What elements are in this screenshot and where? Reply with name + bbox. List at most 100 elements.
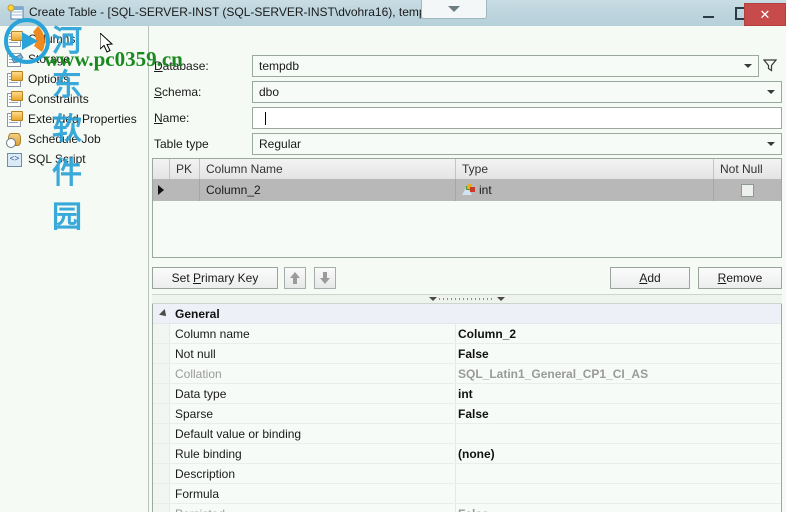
sidebar-item-options[interactable]: Options [6,70,146,88]
cell-column-name[interactable]: Column_2 [200,179,456,201]
property-column-separator [455,324,456,343]
property-value[interactable]: Column_2 [458,327,516,341]
move-up-button[interactable] [284,267,306,289]
property-row[interactable]: Persisted False [153,504,781,512]
property-gutter [153,484,170,503]
property-row[interactable]: Rule binding (none) [153,444,781,464]
property-value[interactable]: False [458,407,489,421]
sidebar-item-label: Constraints [28,92,89,106]
close-button[interactable]: ✕ [744,3,786,26]
row-indicator-icon [158,185,164,195]
minimize-icon [702,15,714,18]
cell-pk[interactable] [170,179,200,201]
schema-value: dbo [259,85,280,99]
property-name: Collation [175,367,222,381]
splitter[interactable] [152,294,782,304]
schedule-job-icon [6,131,22,148]
table-type-row: Table type Regular [149,133,786,155]
property-column-separator [455,424,456,443]
schema-label: Schema: [154,85,202,99]
header-pk[interactable]: PK [170,159,200,179]
property-row[interactable]: Default value or binding [153,424,781,444]
sidebar-item-storage[interactable]: Storage [6,50,146,68]
property-name: Column name [175,327,250,341]
sidebar-item-sql-script[interactable]: <> SQL Script [6,150,146,168]
property-name: Not null [175,347,216,361]
not-null-checkbox[interactable] [741,183,754,197]
move-down-button[interactable] [314,267,336,289]
property-value[interactable]: SQL_Latin1_General_CP1_CI_AS [458,367,648,381]
property-name: Formula [175,487,220,501]
database-label: Database: [154,59,209,73]
table-type-label: Table type [154,137,209,151]
arrow-down-icon [320,278,330,284]
name-input[interactable] [252,107,782,129]
table-row[interactable]: Column_2 int [153,179,781,201]
constraints-icon [6,91,23,107]
columns-grid[interactable]: PK Column Name Type Not Null Column_2 in… [152,158,782,258]
database-select[interactable]: tempdb [252,55,759,77]
schema-select[interactable]: dbo [252,81,782,103]
cell-not-null[interactable] [714,179,781,201]
table-type-select[interactable]: Regular [252,133,782,155]
property-row[interactable]: Formula [153,484,781,504]
cell-type[interactable]: int [456,179,714,201]
property-gutter [153,464,170,483]
sidebar: Columns Storage Options Constraints Exte… [0,26,149,512]
properties-section-label: General [175,307,220,321]
collapse-triangle-icon[interactable] [159,309,169,319]
sidebar-item-label: Columns [28,32,76,46]
property-name: Sparse [175,407,214,421]
property-name: Data type [175,387,227,401]
property-value[interactable]: False [458,507,489,512]
remove-label: Remove [717,271,763,285]
chevron-down-icon [448,6,460,12]
property-gutter [153,364,170,383]
property-value[interactable]: False [458,347,489,361]
sidebar-item-label: Extended Properties [28,112,137,126]
add-label: Add [639,271,661,285]
property-gutter [153,384,170,403]
window-tab-dropdown[interactable] [421,0,487,19]
properties-grid[interactable]: General Column name Column_2 Not null False… [152,304,782,512]
set-primary-key-button[interactable]: Set Primary Key [152,267,278,289]
property-row[interactable]: Not null False [153,344,781,364]
options-icon [6,71,23,87]
database-value: tempdb [259,59,300,73]
header-column-name[interactable]: Column Name [200,159,456,179]
cell-type-label: int [479,183,492,197]
sidebar-item-schedule-job[interactable]: Schedule Job [6,130,146,148]
property-row[interactable]: Description [153,464,781,484]
header-not-null[interactable]: Not Null [714,159,781,179]
property-row[interactable]: Data type int [153,384,781,404]
collapse-left-icon[interactable] [429,297,437,301]
window-body: Columns Storage Options Constraints Exte… [0,26,786,512]
sql-script-icon: <> [6,151,22,167]
chevron-down-icon [767,142,775,146]
header-type[interactable]: Type [456,159,714,179]
sidebar-item-constraints[interactable]: Constraints [6,90,146,108]
add-button[interactable]: Add [610,267,690,289]
sidebar-item-label: Schedule Job [28,132,101,146]
collapse-right-icon[interactable] [497,297,505,301]
property-gutter [153,444,170,463]
property-row[interactable]: Collation SQL_Latin1_General_CP1_CI_AS [153,364,781,384]
property-value[interactable]: (none) [458,447,495,461]
filter-icon[interactable] [762,58,778,72]
sidebar-item-columns[interactable]: Columns [6,30,146,48]
property-row[interactable]: Column name Column_2 [153,324,781,344]
property-row[interactable]: Sparse False [153,404,781,424]
columns-grid-header: PK Column Name Type Not Null [153,159,781,180]
schema-row: Schema: dbo [149,81,786,103]
properties-section-general[interactable]: General [153,304,781,324]
property-value[interactable]: int [458,387,473,401]
splitter-grip[interactable] [419,295,515,303]
remove-button[interactable]: Remove [698,267,782,289]
property-column-separator [455,364,456,383]
property-column-separator [455,484,456,503]
sidebar-item-label: Storage [28,52,71,66]
columns-icon [6,31,23,47]
property-gutter [153,424,170,443]
property-column-separator [455,444,456,463]
sidebar-item-extended-properties[interactable]: Extended Properties [6,110,146,128]
